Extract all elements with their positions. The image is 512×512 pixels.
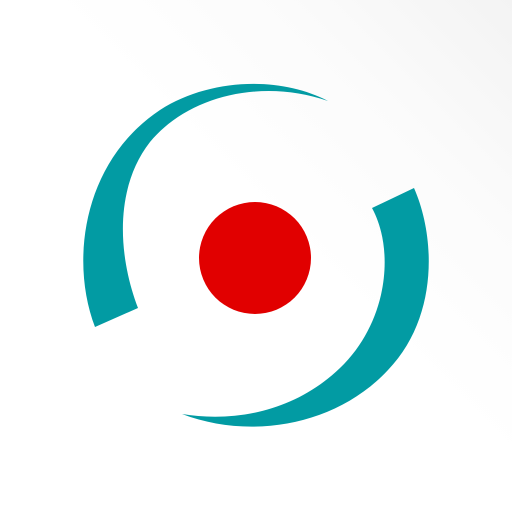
target-logo-icon (83, 83, 429, 427)
center-dot (199, 202, 311, 314)
logo-canvas (0, 0, 512, 512)
